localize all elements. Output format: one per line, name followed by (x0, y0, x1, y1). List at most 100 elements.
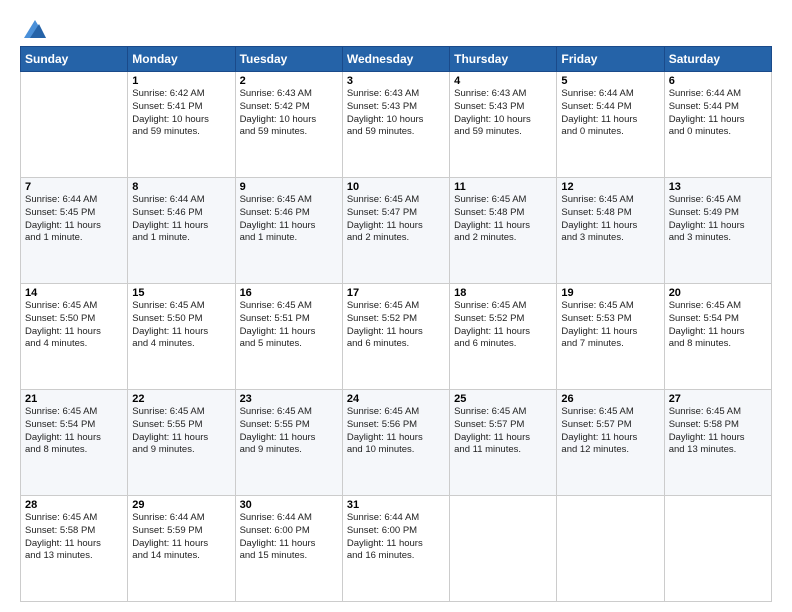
day-number: 1 (132, 75, 230, 87)
day-info: Sunrise: 6:44 AM Sunset: 5:45 PM Dayligh… (25, 194, 123, 245)
day-info: Sunrise: 6:44 AM Sunset: 6:00 PM Dayligh… (347, 512, 445, 563)
day-number: 7 (25, 181, 123, 193)
calendar-cell: 15Sunrise: 6:45 AM Sunset: 5:50 PM Dayli… (128, 284, 235, 390)
weekday-header-sunday: Sunday (21, 47, 128, 72)
calendar-week-3: 14Sunrise: 6:45 AM Sunset: 5:50 PM Dayli… (21, 284, 772, 390)
calendar-cell: 26Sunrise: 6:45 AM Sunset: 5:57 PM Dayli… (557, 390, 664, 496)
weekday-header-wednesday: Wednesday (342, 47, 449, 72)
day-number: 6 (669, 75, 767, 87)
calendar-cell: 21Sunrise: 6:45 AM Sunset: 5:54 PM Dayli… (21, 390, 128, 496)
calendar-week-5: 28Sunrise: 6:45 AM Sunset: 5:58 PM Dayli… (21, 496, 772, 602)
calendar-cell: 8Sunrise: 6:44 AM Sunset: 5:46 PM Daylig… (128, 178, 235, 284)
day-number: 17 (347, 287, 445, 299)
calendar-cell: 4Sunrise: 6:43 AM Sunset: 5:43 PM Daylig… (450, 72, 557, 178)
calendar-cell: 22Sunrise: 6:45 AM Sunset: 5:55 PM Dayli… (128, 390, 235, 496)
day-number: 3 (347, 75, 445, 87)
logo-icon (22, 18, 48, 40)
day-info: Sunrise: 6:44 AM Sunset: 6:00 PM Dayligh… (240, 512, 338, 563)
day-info: Sunrise: 6:45 AM Sunset: 5:47 PM Dayligh… (347, 194, 445, 245)
calendar-cell: 19Sunrise: 6:45 AM Sunset: 5:53 PM Dayli… (557, 284, 664, 390)
day-info: Sunrise: 6:45 AM Sunset: 5:55 PM Dayligh… (132, 406, 230, 457)
day-info: Sunrise: 6:44 AM Sunset: 5:44 PM Dayligh… (669, 88, 767, 139)
calendar-cell: 29Sunrise: 6:44 AM Sunset: 5:59 PM Dayli… (128, 496, 235, 602)
day-info: Sunrise: 6:45 AM Sunset: 5:57 PM Dayligh… (454, 406, 552, 457)
weekday-header-monday: Monday (128, 47, 235, 72)
day-number: 24 (347, 393, 445, 405)
day-number: 16 (240, 287, 338, 299)
calendar-cell: 24Sunrise: 6:45 AM Sunset: 5:56 PM Dayli… (342, 390, 449, 496)
calendar-table: SundayMondayTuesdayWednesdayThursdayFrid… (20, 46, 772, 602)
calendar-cell: 14Sunrise: 6:45 AM Sunset: 5:50 PM Dayli… (21, 284, 128, 390)
day-info: Sunrise: 6:45 AM Sunset: 5:51 PM Dayligh… (240, 300, 338, 351)
day-info: Sunrise: 6:43 AM Sunset: 5:42 PM Dayligh… (240, 88, 338, 139)
calendar-cell: 10Sunrise: 6:45 AM Sunset: 5:47 PM Dayli… (342, 178, 449, 284)
day-info: Sunrise: 6:45 AM Sunset: 5:50 PM Dayligh… (132, 300, 230, 351)
weekday-header-saturday: Saturday (664, 47, 771, 72)
calendar-cell: 16Sunrise: 6:45 AM Sunset: 5:51 PM Dayli… (235, 284, 342, 390)
day-number: 15 (132, 287, 230, 299)
day-info: Sunrise: 6:45 AM Sunset: 5:48 PM Dayligh… (454, 194, 552, 245)
day-number: 5 (561, 75, 659, 87)
day-number: 4 (454, 75, 552, 87)
calendar-week-1: 1Sunrise: 6:42 AM Sunset: 5:41 PM Daylig… (21, 72, 772, 178)
day-info: Sunrise: 6:45 AM Sunset: 5:55 PM Dayligh… (240, 406, 338, 457)
calendar-cell: 25Sunrise: 6:45 AM Sunset: 5:57 PM Dayli… (450, 390, 557, 496)
calendar-cell (21, 72, 128, 178)
calendar-week-4: 21Sunrise: 6:45 AM Sunset: 5:54 PM Dayli… (21, 390, 772, 496)
day-number: 22 (132, 393, 230, 405)
calendar-cell (450, 496, 557, 602)
day-number: 21 (25, 393, 123, 405)
calendar-week-2: 7Sunrise: 6:44 AM Sunset: 5:45 PM Daylig… (21, 178, 772, 284)
day-info: Sunrise: 6:45 AM Sunset: 5:57 PM Dayligh… (561, 406, 659, 457)
calendar-cell: 1Sunrise: 6:42 AM Sunset: 5:41 PM Daylig… (128, 72, 235, 178)
day-info: Sunrise: 6:45 AM Sunset: 5:54 PM Dayligh… (669, 300, 767, 351)
day-number: 2 (240, 75, 338, 87)
day-number: 30 (240, 499, 338, 511)
day-number: 23 (240, 393, 338, 405)
day-info: Sunrise: 6:45 AM Sunset: 5:58 PM Dayligh… (669, 406, 767, 457)
day-number: 25 (454, 393, 552, 405)
calendar-cell: 30Sunrise: 6:44 AM Sunset: 6:00 PM Dayli… (235, 496, 342, 602)
weekday-header-tuesday: Tuesday (235, 47, 342, 72)
calendar-cell (664, 496, 771, 602)
calendar-cell: 18Sunrise: 6:45 AM Sunset: 5:52 PM Dayli… (450, 284, 557, 390)
calendar-cell: 9Sunrise: 6:45 AM Sunset: 5:46 PM Daylig… (235, 178, 342, 284)
day-info: Sunrise: 6:45 AM Sunset: 5:54 PM Dayligh… (25, 406, 123, 457)
calendar-cell: 13Sunrise: 6:45 AM Sunset: 5:49 PM Dayli… (664, 178, 771, 284)
day-number: 9 (240, 181, 338, 193)
day-number: 18 (454, 287, 552, 299)
day-number: 31 (347, 499, 445, 511)
weekday-header-thursday: Thursday (450, 47, 557, 72)
calendar-cell: 28Sunrise: 6:45 AM Sunset: 5:58 PM Dayli… (21, 496, 128, 602)
day-info: Sunrise: 6:45 AM Sunset: 5:53 PM Dayligh… (561, 300, 659, 351)
day-number: 12 (561, 181, 659, 193)
day-info: Sunrise: 6:45 AM Sunset: 5:48 PM Dayligh… (561, 194, 659, 245)
weekday-header-row: SundayMondayTuesdayWednesdayThursdayFrid… (21, 47, 772, 72)
calendar-cell: 7Sunrise: 6:44 AM Sunset: 5:45 PM Daylig… (21, 178, 128, 284)
calendar-cell: 11Sunrise: 6:45 AM Sunset: 5:48 PM Dayli… (450, 178, 557, 284)
day-info: Sunrise: 6:42 AM Sunset: 5:41 PM Dayligh… (132, 88, 230, 139)
day-info: Sunrise: 6:43 AM Sunset: 5:43 PM Dayligh… (454, 88, 552, 139)
day-number: 27 (669, 393, 767, 405)
day-info: Sunrise: 6:44 AM Sunset: 5:59 PM Dayligh… (132, 512, 230, 563)
weekday-header-friday: Friday (557, 47, 664, 72)
day-info: Sunrise: 6:44 AM Sunset: 5:44 PM Dayligh… (561, 88, 659, 139)
calendar-cell: 12Sunrise: 6:45 AM Sunset: 5:48 PM Dayli… (557, 178, 664, 284)
day-info: Sunrise: 6:45 AM Sunset: 5:56 PM Dayligh… (347, 406, 445, 457)
calendar-cell: 17Sunrise: 6:45 AM Sunset: 5:52 PM Dayli… (342, 284, 449, 390)
day-number: 28 (25, 499, 123, 511)
day-info: Sunrise: 6:45 AM Sunset: 5:52 PM Dayligh… (347, 300, 445, 351)
day-info: Sunrise: 6:45 AM Sunset: 5:52 PM Dayligh… (454, 300, 552, 351)
day-number: 11 (454, 181, 552, 193)
day-info: Sunrise: 6:45 AM Sunset: 5:50 PM Dayligh… (25, 300, 123, 351)
day-number: 19 (561, 287, 659, 299)
calendar-cell: 20Sunrise: 6:45 AM Sunset: 5:54 PM Dayli… (664, 284, 771, 390)
calendar-cell: 3Sunrise: 6:43 AM Sunset: 5:43 PM Daylig… (342, 72, 449, 178)
day-number: 8 (132, 181, 230, 193)
day-info: Sunrise: 6:45 AM Sunset: 5:46 PM Dayligh… (240, 194, 338, 245)
day-number: 26 (561, 393, 659, 405)
day-number: 10 (347, 181, 445, 193)
calendar-cell: 27Sunrise: 6:45 AM Sunset: 5:58 PM Dayli… (664, 390, 771, 496)
calendar-cell: 2Sunrise: 6:43 AM Sunset: 5:42 PM Daylig… (235, 72, 342, 178)
calendar-cell: 31Sunrise: 6:44 AM Sunset: 6:00 PM Dayli… (342, 496, 449, 602)
